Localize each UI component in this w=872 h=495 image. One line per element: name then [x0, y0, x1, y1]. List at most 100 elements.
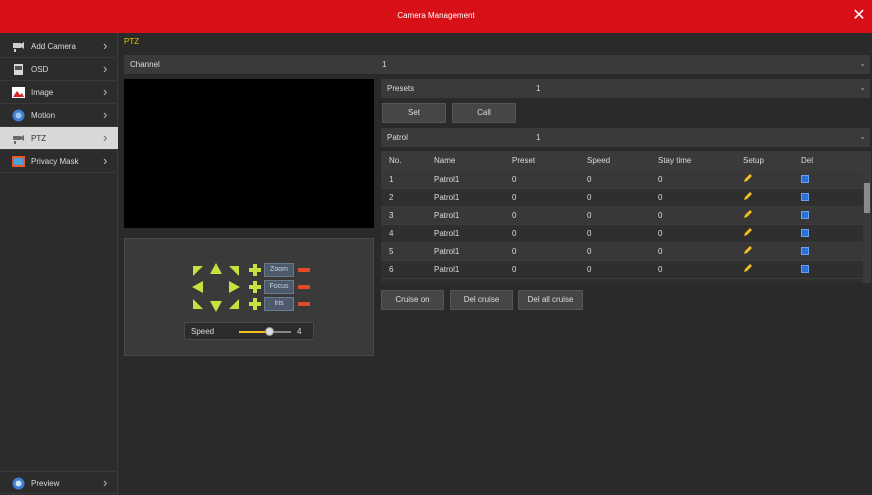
pencil-icon[interactable] [743, 173, 753, 183]
cell-speed: 0 [579, 260, 650, 279]
speed-control: Speed 4 [184, 322, 314, 340]
image-icon [12, 87, 25, 98]
pencil-icon[interactable] [743, 191, 753, 201]
sidebar-item-osd[interactable]: OSD › [0, 58, 118, 81]
channel-row: Channel 1 ⌄ [124, 55, 870, 74]
close-icon[interactable]: ✕ [850, 7, 868, 25]
ptz-icon [13, 135, 24, 144]
sidebar-item-label: OSD [31, 65, 49, 74]
sidebar-item-motion[interactable]: Motion › [0, 104, 118, 127]
pencil-icon[interactable] [743, 209, 753, 219]
pencil-icon[interactable] [743, 227, 753, 237]
table-row[interactable]: 1 Patrol1 0 0 0 [381, 170, 863, 189]
del-all-cruise-button[interactable]: Del all cruise [518, 290, 583, 310]
speed-slider-handle[interactable] [265, 327, 274, 336]
cell-stay-time: 0 [650, 224, 735, 243]
cell-stay-time: 0 [650, 206, 735, 225]
table-row[interactable]: 6 Patrol1 0 0 0 [381, 260, 863, 279]
chevron-right-icon: › [103, 475, 108, 490]
iris-label: Iris [264, 297, 294, 311]
arrow-down-icon[interactable] [208, 298, 224, 314]
motion-icon [12, 109, 25, 122]
arrow-down-right-icon[interactable] [226, 296, 242, 312]
cell-no: 6 [381, 260, 426, 279]
pencil-icon[interactable] [743, 245, 753, 255]
delete-icon[interactable] [801, 193, 809, 202]
arrow-up-icon[interactable] [208, 261, 224, 277]
cell-speed: 0 [579, 242, 650, 261]
arrow-up-right-icon[interactable] [226, 263, 242, 279]
column-header-no: No. [381, 151, 426, 171]
table-row[interactable]: 2 Patrol1 0 0 0 [381, 188, 863, 207]
channel-select[interactable]: 1 [382, 60, 386, 69]
cell-stay-time: 0 [650, 170, 735, 189]
cell-name: Patrol1 [426, 224, 504, 243]
table-row[interactable]: 5 Patrol1 0 0 0 [381, 242, 863, 261]
cell-speed: 0 [579, 206, 650, 225]
delete-icon[interactable] [801, 229, 809, 238]
pencil-icon[interactable] [743, 263, 753, 273]
cruise-on-button[interactable]: Cruise on [381, 290, 444, 310]
table-scrollbar[interactable] [863, 151, 871, 283]
preview-label: Preview [31, 479, 60, 488]
presets-label: Presets [387, 84, 415, 93]
column-header-speed: Speed [579, 151, 650, 171]
call-button[interactable]: Call [452, 103, 516, 123]
delete-icon[interactable] [801, 265, 809, 274]
focus-label: Focus [264, 280, 294, 294]
arrow-down-left-icon[interactable] [190, 296, 206, 312]
presets-row: Presets 1 ⌄ [381, 79, 870, 98]
patrol-select[interactable]: 1 [536, 133, 540, 142]
cell-speed: 0 [579, 224, 650, 243]
cell-name: Patrol1 [426, 170, 504, 189]
sidebar-item-label: Image [31, 88, 54, 97]
column-header-stay-time: Stay time [650, 151, 735, 171]
focus-in-icon[interactable] [248, 280, 262, 294]
cell-stay-time: 0 [650, 188, 735, 207]
sidebar-item-image[interactable]: Image › [0, 81, 118, 104]
cell-stay-time: 0 [650, 242, 735, 261]
osd-icon [14, 64, 23, 75]
arrow-up-left-icon[interactable] [190, 263, 206, 279]
chevron-down-icon[interactable]: ⌄ [859, 59, 866, 68]
cell-no: 3 [381, 206, 426, 225]
video-preview [124, 79, 374, 228]
zoom-out-icon[interactable] [297, 263, 311, 277]
cell-name: Patrol1 [426, 242, 504, 261]
table-row[interactable]: 3 Patrol1 0 0 0 [381, 206, 863, 225]
column-header-name: Name [426, 151, 504, 171]
sidebar-item-privacy-mask[interactable]: Privacy Mask › [0, 150, 118, 173]
zoom-in-icon[interactable] [248, 263, 262, 277]
arrow-right-icon[interactable] [226, 279, 242, 295]
add-camera-icon [13, 42, 24, 52]
chevron-right-icon: › [103, 38, 108, 53]
iris-close-icon[interactable] [297, 297, 311, 311]
chevron-down-icon[interactable]: ⌄ [859, 83, 866, 92]
presets-select[interactable]: 1 [536, 84, 540, 93]
zoom-label: Zoom [264, 263, 294, 277]
sidebar-item-label: Motion [31, 111, 56, 120]
privacy-mask-icon [12, 156, 25, 167]
sidebar-item-add-camera[interactable]: Add Camera › [0, 35, 118, 58]
window-title: Camera Management [397, 11, 475, 20]
column-header-preset: Preset [504, 151, 579, 171]
scrollbar-thumb[interactable] [864, 183, 870, 213]
set-button[interactable]: Set [382, 103, 446, 123]
cell-preset: 0 [504, 260, 579, 279]
chevron-down-icon[interactable]: ⌄ [859, 132, 866, 141]
delete-icon[interactable] [801, 211, 809, 220]
sidebar-item-ptz[interactable]: PTZ › [0, 127, 118, 150]
table-row[interactable]: 4 Patrol1 0 0 0 [381, 224, 863, 243]
focus-out-icon[interactable] [297, 280, 311, 294]
del-cruise-button[interactable]: Del cruise [450, 290, 513, 310]
iris-open-icon[interactable] [248, 297, 262, 311]
delete-icon[interactable] [801, 247, 809, 256]
preview-button[interactable]: Preview › [0, 471, 118, 494]
arrow-left-icon[interactable] [190, 279, 206, 295]
cell-preset: 0 [504, 224, 579, 243]
cell-no: 4 [381, 224, 426, 243]
patrol-row: Patrol 1 ⌄ [381, 128, 870, 147]
table-header-row: No. Name Preset Speed Stay time Setup De… [381, 151, 863, 171]
delete-icon[interactable] [801, 175, 809, 184]
cell-preset: 0 [504, 206, 579, 225]
